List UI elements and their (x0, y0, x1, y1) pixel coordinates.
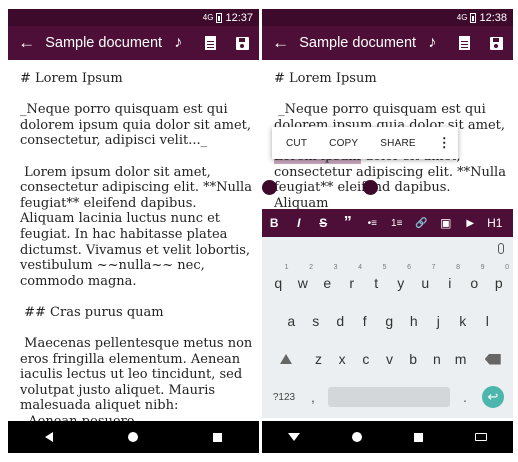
keyboard-row-3: z x c v b n m (262, 340, 513, 378)
signal-indicator: 4G (202, 13, 214, 22)
back-arrow-icon[interactable]: ← (262, 33, 299, 53)
backspace-key[interactable] (472, 353, 513, 365)
key-n[interactable]: n (425, 351, 449, 367)
suggestion-strip (262, 237, 513, 263)
heading-button[interactable]: H1 (483, 216, 508, 230)
battery-icon (216, 12, 223, 23)
bullet-list-button[interactable]: •≡ (360, 218, 385, 229)
copy-button[interactable]: COPY (329, 138, 358, 149)
back-arrow-icon[interactable]: ← (8, 33, 45, 53)
key-f[interactable]: f (353, 313, 378, 329)
navigation-bar (262, 421, 513, 453)
keyboard-row-1: 1q 2w 3e 4r 5t 6y 7u 8i 9o 0p (262, 264, 513, 302)
key-v[interactable]: v (378, 351, 402, 367)
strikethrough-button[interactable]: S (311, 216, 336, 230)
selection-handle-start[interactable] (262, 180, 277, 195)
key-y[interactable]: 6y (389, 264, 414, 291)
italic-button[interactable]: I (287, 216, 312, 230)
key-x[interactable]: x (330, 351, 354, 367)
key-e[interactable]: 3e (315, 264, 340, 291)
key-c[interactable]: c (354, 351, 378, 367)
key-j[interactable]: j (426, 313, 451, 329)
navigation-bar (8, 421, 259, 453)
key-z[interactable]: z (307, 351, 331, 367)
document-icon (459, 36, 471, 50)
space-key[interactable] (328, 387, 450, 407)
key-u[interactable]: 7u (413, 264, 438, 291)
shift-icon (280, 354, 293, 364)
key-w[interactable]: 2w (291, 264, 316, 291)
key-k[interactable]: k (451, 313, 476, 329)
backspace-icon (484, 353, 501, 365)
document-button[interactable] (194, 36, 226, 50)
save-icon (236, 36, 250, 50)
link-button[interactable]: 🔗 (409, 218, 434, 229)
key-i[interactable]: 8i (438, 264, 463, 291)
text-selection-menu: CUT COPY SHARE ⋮ (272, 127, 458, 159)
key-d[interactable]: d (328, 313, 353, 329)
doc-text-before: # Lorem Ipsum _Neque porro quisquam est … (274, 71, 506, 133)
hide-keyboard-icon[interactable] (288, 433, 300, 441)
document-text[interactable]: # Lorem Ipsum _Neque porro quisquam est … (20, 71, 253, 430)
document-button[interactable] (448, 36, 480, 50)
period-key[interactable]: . (454, 389, 476, 405)
key-p[interactable]: 0p (487, 264, 512, 291)
nav-home-icon[interactable] (352, 432, 362, 442)
key-g[interactable]: g (377, 313, 402, 329)
bold-button[interactable]: B (262, 216, 287, 230)
nav-recents-icon[interactable] (212, 432, 222, 442)
key-q[interactable]: 1q (266, 264, 291, 291)
share-button[interactable]: SHARE (380, 138, 415, 149)
image-button[interactable]: ▣ (434, 216, 459, 230)
key-b[interactable]: b (401, 351, 425, 367)
music-note-icon[interactable]: ♪ (416, 34, 448, 52)
symbols-key[interactable]: ?123 (266, 392, 302, 403)
comma-key[interactable]: , (302, 389, 324, 405)
video-button[interactable]: ▶ (458, 218, 483, 229)
page-title: Sample document (45, 35, 163, 51)
document-icon (205, 36, 217, 50)
music-note-icon[interactable]: ♪ (162, 34, 194, 52)
signal-indicator: 4G (456, 13, 468, 22)
key-r[interactable]: 4r (340, 264, 365, 291)
save-button[interactable] (227, 36, 259, 50)
key-s[interactable]: s (304, 313, 329, 329)
key-t[interactable]: 5t (364, 264, 389, 291)
keyboard-switch-icon[interactable] (475, 433, 487, 441)
key-h[interactable]: h (402, 313, 427, 329)
key-a[interactable]: a (279, 313, 304, 329)
save-button[interactable] (481, 36, 513, 50)
enter-icon[interactable]: ↩ (482, 386, 504, 408)
more-vert-icon[interactable]: ⋮ (438, 135, 451, 151)
quote-button[interactable]: ” (336, 214, 361, 232)
shift-key[interactable] (266, 354, 307, 364)
nav-back-icon[interactable] (45, 432, 54, 442)
app-bar: ← Sample document ♪ (8, 26, 259, 60)
keyboard-row-4: ?123 , . ↩ (262, 378, 513, 416)
mic-icon[interactable] (498, 243, 504, 254)
nav-home-icon[interactable] (127, 432, 138, 442)
save-icon (490, 36, 504, 50)
cut-button[interactable]: CUT (286, 138, 307, 149)
soft-keyboard: 1q 2w 3e 4r 5t 6y 7u 8i 9o 0p a s d f g … (262, 237, 513, 418)
app-bar: ← Sample document ♪ (262, 26, 513, 60)
page-title: Sample document (299, 35, 417, 51)
phone-screen-right: 4G 12:38 ← Sample document ♪ # Lorem Ips… (262, 9, 513, 453)
key-l[interactable]: l (475, 313, 500, 329)
battery-icon (470, 12, 477, 23)
status-time: 12:38 (479, 11, 507, 24)
nav-recents-icon[interactable] (414, 432, 423, 442)
numbered-list-button[interactable]: 1≡ (385, 218, 410, 229)
status-bar: 4G 12:38 (262, 9, 513, 26)
key-o[interactable]: 9o (462, 264, 487, 291)
phone-screen-left: 4G 12:37 ← Sample document ♪ # Lorem Ips… (8, 9, 259, 453)
status-bar: 4G 12:37 (8, 9, 259, 26)
keyboard-row-2: a s d f g h j k l (262, 302, 513, 340)
format-toolbar: B I S ” •≡ 1≡ 🔗 ▣ ▶ H1 (262, 209, 513, 237)
selection-handle-end[interactable] (363, 180, 378, 195)
key-m[interactable]: m (449, 351, 473, 367)
status-time: 12:37 (225, 11, 253, 24)
